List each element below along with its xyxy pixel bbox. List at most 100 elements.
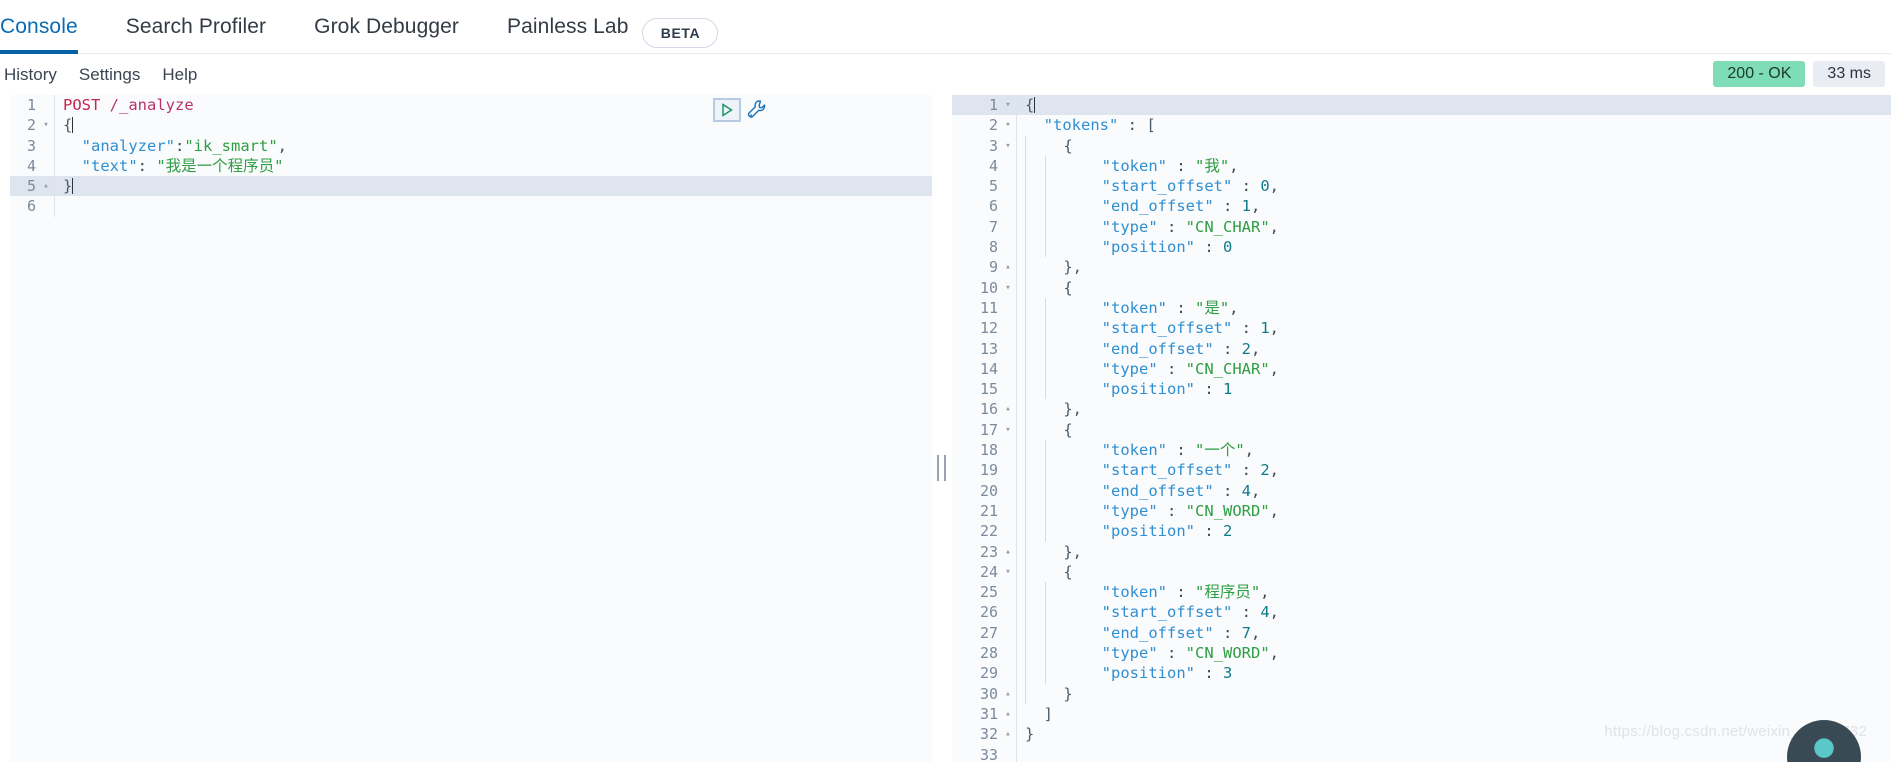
code-line[interactable]: 24 ▾ {: [952, 561, 1891, 583]
fold-toggle-icon[interactable]: ▴: [1000, 704, 1016, 724]
code-line[interactable]: 5 ▴}: [10, 176, 932, 197]
tab-search-profiler[interactable]: Search Profiler: [102, 0, 290, 54]
code-line[interactable]: 7 "type" : "CN_CHAR",: [952, 216, 1891, 238]
code-line[interactable]: 1 POST /_analyze: [10, 95, 932, 116]
fold-toggle-icon[interactable]: ▾: [1000, 95, 1016, 115]
fold-toggle-icon[interactable]: ▴: [1000, 724, 1016, 744]
subbar-link-settings[interactable]: Settings: [79, 65, 154, 85]
code-line[interactable]: 30 ▴ }: [952, 683, 1891, 704]
token-punct: ,: [1251, 623, 1261, 642]
fold-toggle-icon[interactable]: ▴: [38, 176, 54, 196]
fold-toggle-icon[interactable]: ▴: [1000, 257, 1016, 277]
tab-console[interactable]: Console: [0, 0, 102, 54]
subbar-link-history[interactable]: History: [2, 65, 71, 85]
code-text: "end_offset" : 1,: [1017, 196, 1891, 217]
response-code-area[interactable]: 1 ▾{2 ▾ "tokens" : [3 ▾ {4 "token" : "我", 5 …: [952, 95, 1891, 762]
code-line[interactable]: 9 ▴ },: [952, 257, 1891, 278]
code-line[interactable]: 10 ▾ {: [952, 277, 1891, 298]
code-line[interactable]: 5 "start_offset" : 0,: [952, 176, 1891, 197]
token-str: "一个": [1195, 441, 1245, 460]
indent-guide: [1044, 480, 1065, 501]
code-line[interactable]: 31 ▴ ]: [952, 703, 1891, 725]
request-code-area[interactable]: 1 POST /_analyze 2 ▾{3 "analyzer":"ik_smart…: [10, 95, 932, 762]
code-line[interactable]: 4 "token" : "我",: [952, 155, 1891, 177]
tab-grok-debugger[interactable]: Grok Debugger: [290, 0, 483, 54]
code-line[interactable]: 11 "token" : "是",: [952, 297, 1891, 319]
play-icon: [722, 103, 733, 117]
token-punct: [1064, 583, 1101, 601]
code-text: {: [1017, 419, 1891, 441]
code-line[interactable]: 2 ▾ {: [10, 115, 932, 136]
code-line[interactable]: 6: [10, 196, 932, 217]
fold-toggle-icon[interactable]: ▾: [1000, 420, 1016, 440]
fold-toggle-icon[interactable]: ▾: [1000, 115, 1016, 135]
indent-guide: [1025, 480, 1045, 501]
code-line[interactable]: 29 "position" : 3: [952, 663, 1891, 684]
pane-splitter[interactable]: [933, 95, 951, 762]
code-line[interactable]: 16 ▴ },: [952, 399, 1891, 420]
code-line[interactable]: 3 ▾ {: [952, 135, 1891, 156]
code-line[interactable]: 32 ▴}: [952, 724, 1891, 745]
token-punct: [1064, 360, 1101, 378]
line-number: 6: [26, 197, 36, 216]
code-line[interactable]: 8 "position" : 0: [952, 237, 1891, 258]
code-line[interactable]: 2 ▾ "tokens" : [: [952, 115, 1891, 136]
fold-toggle-icon[interactable]: ▾: [38, 115, 54, 135]
subbar-link-help[interactable]: Help: [162, 65, 211, 85]
code-line[interactable]: 6 "end_offset" : 1,: [952, 196, 1891, 217]
token-key: "position": [1101, 522, 1195, 541]
code-line[interactable]: 1 ▾ {: [952, 95, 1891, 116]
token-num: 0: [1223, 238, 1233, 257]
code-line[interactable]: 20 "end_offset" : 4,: [952, 480, 1891, 501]
line-number: 3: [26, 136, 36, 155]
code-line[interactable]: 33: [952, 744, 1891, 762]
code-line[interactable]: 22 "position" : 2: [952, 521, 1891, 542]
code-line[interactable]: 28 "type" : "CN_WORD",: [952, 643, 1891, 664]
wrench-icon[interactable]: [745, 98, 769, 122]
response-editor-pane[interactable]: 1 ▾{2 ▾ "tokens" : [3 ▾ {4 "token" : "我", 5 …: [952, 95, 1891, 762]
fold-toggle-icon[interactable]: ▴: [1000, 542, 1016, 562]
indent-guide: [1044, 440, 1065, 461]
code-line[interactable]: 23 ▴ },: [952, 541, 1891, 562]
code-text: "text": "我是一个程序员": [55, 156, 932, 176]
token-punct: [1045, 421, 1064, 439]
token-num: 7: [1241, 623, 1251, 642]
token-key: "start_offset": [1101, 319, 1233, 338]
request-editor-pane[interactable]: 1 POST /_analyze 2 ▾{3 "analyzer":"ik_smart…: [10, 95, 932, 762]
indent-guide: [1044, 237, 1065, 258]
token-punct: :: [1195, 380, 1223, 399]
code-text: "start_offset" : 2,: [1017, 460, 1891, 481]
code-line[interactable]: 19 "start_offset" : 2,: [952, 460, 1891, 481]
code-line[interactable]: 3 "analyzer":"ik_smart",: [10, 135, 932, 156]
code-text: "token" : "是",: [1017, 297, 1891, 319]
tab-painless-lab[interactable]: Painless Lab BETA: [483, 0, 742, 54]
code-line[interactable]: 18 "token" : "一个",: [952, 440, 1891, 461]
token-key: "token": [1101, 441, 1167, 460]
token-punct: [1045, 563, 1064, 581]
code-line[interactable]: 21 "type" : "CN_WORD",: [952, 500, 1891, 522]
code-line[interactable]: 4 "text": "我是一个程序员": [10, 155, 932, 177]
code-line[interactable]: 17 ▾ {: [952, 419, 1891, 441]
indent-guide: [1025, 602, 1045, 623]
token-punct: :: [1157, 217, 1186, 236]
fold-toggle-icon[interactable]: ▾: [1000, 136, 1016, 156]
send-request-button[interactable]: [713, 98, 741, 122]
pane-splitter-handle-icon[interactable]: [937, 455, 946, 481]
fold-toggle-icon[interactable]: ▴: [1000, 684, 1016, 704]
fold-toggle-icon[interactable]: ▾: [1000, 278, 1016, 298]
code-text: ]: [1017, 704, 1891, 724]
code-line[interactable]: 14 "type" : "CN_CHAR",: [952, 358, 1891, 380]
token-str: "ik_smart": [184, 136, 278, 155]
code-line[interactable]: 15 "position" : 1: [952, 379, 1891, 400]
line-number: 14: [979, 359, 998, 378]
fold-toggle-icon[interactable]: ▾: [1000, 562, 1016, 582]
fold-toggle-icon[interactable]: ▴: [1000, 399, 1016, 419]
code-line[interactable]: 26 "start_offset" : 4,: [952, 602, 1891, 623]
code-line[interactable]: 27 "end_offset" : 7,: [952, 622, 1891, 644]
indent-guide: [1025, 237, 1045, 258]
code-line[interactable]: 12 "start_offset" : 1,: [952, 318, 1891, 339]
code-line[interactable]: 25 "token" : "程序员",: [952, 582, 1891, 603]
token-punct: ,: [1269, 644, 1280, 663]
indent-guide: [1025, 318, 1045, 339]
code-line[interactable]: 13 "end_offset" : 2,: [952, 338, 1891, 359]
